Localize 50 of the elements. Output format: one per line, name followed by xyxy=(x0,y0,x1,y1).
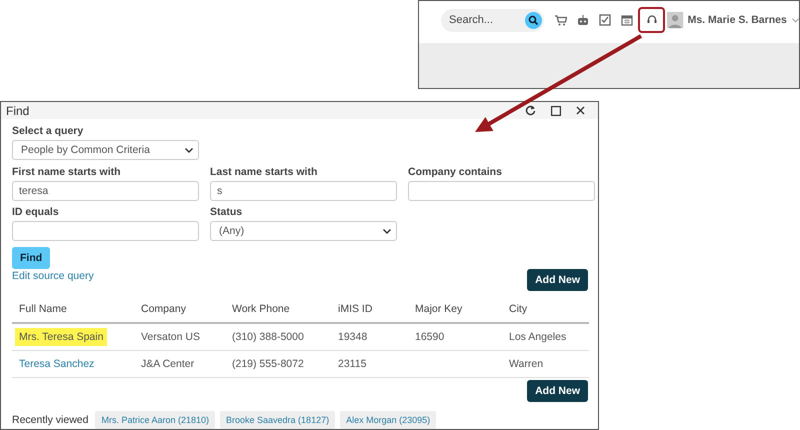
user-name[interactable]: Ms. Marie S. Barnes xyxy=(688,14,787,26)
recent-item-link[interactable]: Alex Morgan (23095) xyxy=(340,411,436,429)
column-header: iMIS ID xyxy=(338,303,372,315)
query-select[interactable]: People by Common Criteria xyxy=(12,140,199,160)
maximize-icon[interactable] xyxy=(551,106,561,116)
headset-icon[interactable] xyxy=(638,7,666,33)
input-field[interactable]: teresa xyxy=(12,181,199,201)
table-cell: 23115 xyxy=(338,358,366,370)
recently-viewed-label: Recently viewed xyxy=(12,414,88,426)
field-label: Select a query xyxy=(12,125,84,137)
edit-source-query-link[interactable]: Edit source query xyxy=(12,270,94,282)
refresh-icon[interactable] xyxy=(525,105,536,116)
search-field[interactable]: Search... xyxy=(449,14,525,26)
name-link[interactable]: Teresa Sanchez xyxy=(19,358,94,370)
status-select[interactable]: (Any) xyxy=(210,221,397,241)
field-label: Last name starts with xyxy=(210,166,318,178)
column-header: City xyxy=(509,303,528,315)
chevron-icon[interactable] xyxy=(792,18,800,22)
column-header: Full Name xyxy=(19,303,67,315)
column-header: Company xyxy=(141,303,186,315)
table-cell: (219) 555-8072 xyxy=(232,358,304,370)
recent-item-link[interactable]: Mrs. Patrice Aaron (21810) xyxy=(95,411,216,429)
table-cell: 19348 xyxy=(338,331,368,343)
field-label: First name starts with xyxy=(12,166,122,178)
table-cell: (310) 388-5000 xyxy=(232,331,304,343)
close-icon[interactable] xyxy=(576,106,585,115)
field-label: Company contains xyxy=(408,166,503,178)
table-cell: 16590 xyxy=(415,331,444,343)
name-link[interactable]: Mrs. Teresa Spain xyxy=(15,328,108,346)
dialog-title: Find xyxy=(6,104,30,118)
column-header: Work Phone xyxy=(232,303,290,315)
input-field[interactable] xyxy=(408,181,595,201)
table-cell: Los Angeles xyxy=(509,331,566,343)
search-icon[interactable] xyxy=(525,12,542,28)
field-label: Status xyxy=(210,206,244,218)
input-field[interactable] xyxy=(12,221,199,241)
search-box[interactable]: Search... xyxy=(441,8,544,32)
find-button[interactable]: Find xyxy=(12,247,50,269)
table-cell: J&A Center xyxy=(141,358,194,370)
add-new-button[interactable]: Add New xyxy=(527,269,588,291)
recent-item-link[interactable]: Brooke Saavedra (18127) xyxy=(220,411,336,429)
table-cell: Versaton US xyxy=(141,331,200,343)
field-label: ID equals xyxy=(12,206,60,218)
avatar-icon[interactable] xyxy=(667,11,684,29)
caret-icon xyxy=(383,228,391,234)
column-header: Major Key xyxy=(415,303,462,315)
input-field[interactable]: s xyxy=(210,181,397,201)
add-new-button[interactable]: Add New xyxy=(527,380,588,402)
caret-icon xyxy=(185,148,193,152)
table-cell: Warren xyxy=(509,358,544,370)
